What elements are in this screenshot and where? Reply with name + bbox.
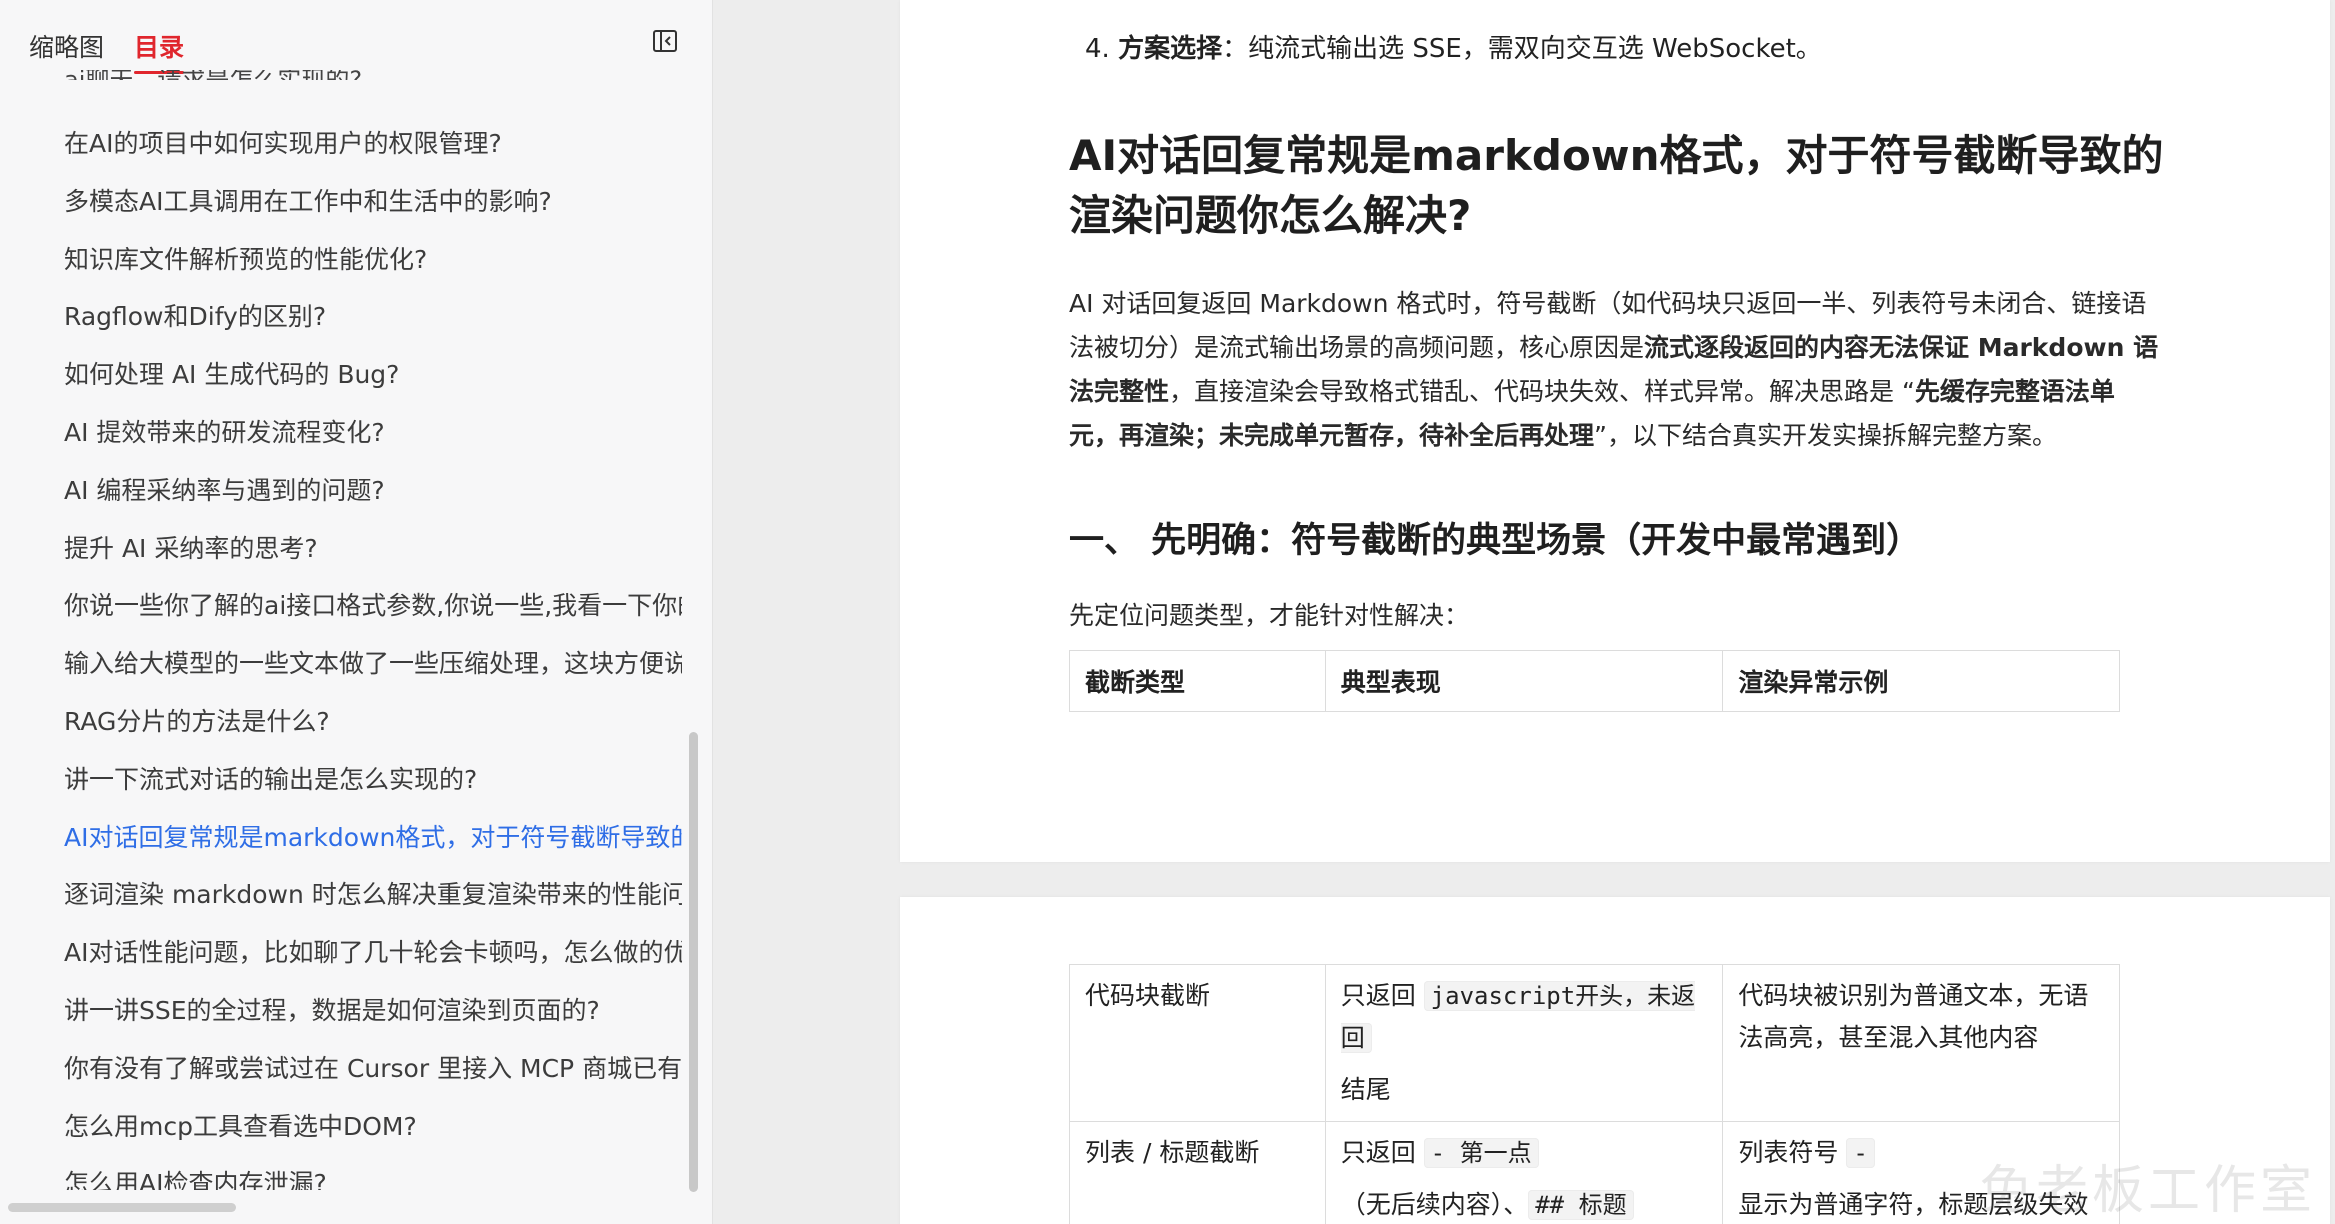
toc-item[interactable]: AI 提效带来的研发流程变化? <box>64 404 682 462</box>
toc-item[interactable]: 逐词渲染 markdown 时怎么解决重复渲染带来的性能问题 <box>64 866 682 924</box>
toc-partial-cover <box>64 80 682 116</box>
toc-item[interactable]: AI对话回复常规是markdown格式，对于符号截断导致的渲染问题 <box>64 809 682 867</box>
toc-list: ai聊天，请求是怎么实现的? 在AI的项目中如何实现用户的权限管理?多模态AI工… <box>64 40 682 1190</box>
cell-text: 列表符号 <box>1738 1138 1847 1167</box>
list-item-text: ：纯流式输出选 SSE，需双向交互选 WebSocket。 <box>1222 34 1822 64</box>
table-header-type: 截断类型 <box>1069 650 1326 712</box>
toc-item[interactable]: 怎么用mcp工具查看选中DOM? <box>64 1098 682 1156</box>
subsection-heading: 一、 先明确：符号截断的典型场景（开发中最常遇到） <box>1069 521 1922 561</box>
cell-text: 只返回 <box>1340 1138 1424 1167</box>
inline-code: - <box>1846 1138 1875 1168</box>
toc-item[interactable]: 讲一讲SSE的全过程，数据是如何渲染到页面的? <box>64 982 682 1040</box>
toc-vertical-scrollbar[interactable] <box>689 732 698 1192</box>
table-header-example: 渲染异常示例 <box>1722 650 2120 712</box>
toc-item[interactable]: 多模态AI工具调用在工作中和生活中的影响? <box>64 173 682 231</box>
toc-item[interactable]: Ragflow和Dify的区别? <box>64 288 682 346</box>
list-item-bold: 方案选择 <box>1118 34 1223 64</box>
toc-horizontal-scrollbar[interactable] <box>8 1203 236 1212</box>
toc-item[interactable]: 讲一下流式对话的输出是怎么实现的? <box>64 751 682 809</box>
toc-item[interactable]: 你有没有了解或尝试过在 Cursor 里接入 MCP 商城已有的 <box>64 1040 682 1098</box>
section-heading: AI对话回复常规是markdown格式，对于符号截断导致的渲染问题你怎么解决? <box>1069 131 2164 240</box>
toc-item[interactable]: AI对话性能问题，比如聊了几十轮会卡顿吗，怎么做的优化 <box>64 924 682 982</box>
toc-item[interactable]: 提升 AI 采纳率的思考? <box>64 520 682 578</box>
toc-item[interactable]: RAG分片的方法是什么? <box>64 693 682 751</box>
sidebar: 缩略图 目录 ai聊天，请求是怎么实现的? 在AI的项目中如何实现用户的权限管理… <box>0 0 713 1224</box>
table-intro: 先定位问题类型，才能针对性解决： <box>1069 601 1470 630</box>
intro-paragraph: AI 对话回复返回 Markdown 格式时，符号截断（如代码块只返回一半、列表… <box>1069 282 2159 458</box>
list-number: 4. <box>1085 34 1110 64</box>
cell-text: （无后续内容）、 <box>1340 1190 1529 1219</box>
inline-code: - 第一点 <box>1423 1138 1539 1168</box>
toc-items: 在AI的项目中如何实现用户的权限管理? 多模态AI工具调用在工作中和生活中的影响?… <box>64 115 682 1190</box>
cell-text: 只返回 <box>1340 981 1424 1010</box>
cell-show: 只返回 javascript开头，未返回 结尾 <box>1324 964 1724 1122</box>
cell-type: 代码块截断 <box>1069 964 1326 1122</box>
watermark: 兔老板工作室 <box>1980 1161 2317 1221</box>
toc-item[interactable]: 输入给大模型的一些文本做了一些压缩处理，这块方便说一下 <box>64 635 682 693</box>
table-header-show: 典型表现 <box>1324 650 1724 712</box>
list-item-4: 4. 方案选择：纯流式输出选 SSE，需双向交互选 WebSocket。 <box>1085 28 1822 65</box>
cell-text-line: （无后续内容）、 ## 标题 <box>1341 1184 1708 1224</box>
truncation-table-header: 截断类型 典型表现 渲染异常示例 <box>1069 650 2120 712</box>
table-row: 代码块截断 只返回 javascript开头，未返回 结尾 代码块被识别为普通文… <box>1069 964 2120 1122</box>
toc-item[interactable]: 如何处理 AI 生成代码的 Bug? <box>64 346 682 404</box>
cell-text: 结尾 <box>1340 1075 1391 1104</box>
inline-code: ## 标题 <box>1528 1190 1634 1220</box>
truncation-table-body: 代码块截断 只返回 javascript开头，未返回 结尾 代码块被识别为普通文… <box>1069 964 2120 1224</box>
toc-item[interactable]: 你说一些你了解的ai接口格式参数,你说一些,我看一下你的 <box>64 577 682 635</box>
paragraph-text-2: ，直接渲染会导致格式错乱、代码块失效、样式异常。解决思路是 “ <box>1169 377 1915 406</box>
table-header-row: 截断类型 典型表现 渲染异常示例 <box>1069 650 2120 712</box>
document-page-1: 4. 方案选择：纯流式输出选 SSE，需双向交互选 WebSocket。 AI对… <box>900 0 2330 862</box>
table-row: 列表 / 标题截断 只返回 - 第一点 （无后续内容）、 ## 标题 列表符号 -… <box>1069 1121 2120 1224</box>
toc-item[interactable]: 怎么用AI检查内存泄漏? <box>64 1155 682 1190</box>
cell-example: 代码块被识别为普通文本，无语法高亮，甚至混入其他内容 <box>1722 964 2120 1122</box>
cell-type: 列表 / 标题截断 <box>1069 1121 1326 1224</box>
paragraph-text-3: ”，以下结合真实开发实操拆解完整方案。 <box>1594 421 2057 450</box>
toc-item[interactable]: 在AI的项目中如何实现用户的权限管理? <box>64 115 682 173</box>
toc-item[interactable]: AI 编程采纳率与遇到的问题? <box>64 462 682 520</box>
cell-show: 只返回 - 第一点 （无后续内容）、 ## 标题 <box>1324 1121 1724 1224</box>
toc-item[interactable]: 知识库文件解析预览的性能优化? <box>64 231 682 289</box>
